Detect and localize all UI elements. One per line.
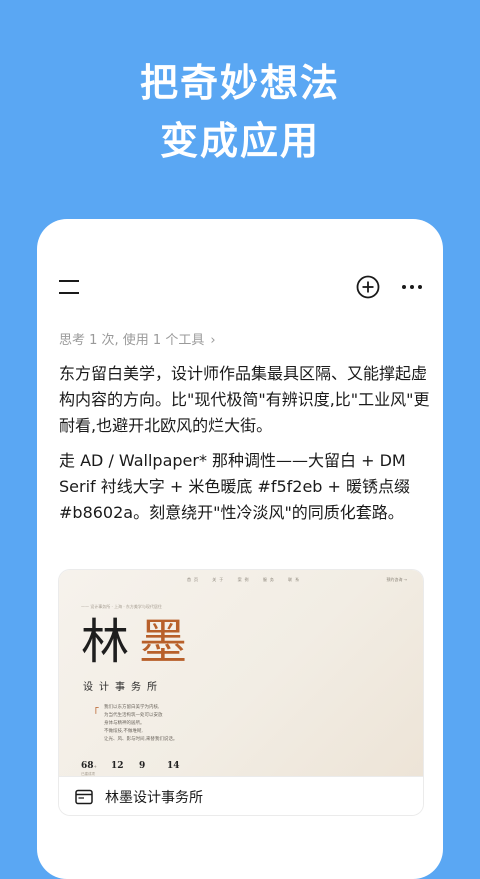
preview-nav-item: 案例 — [237, 577, 252, 582]
hero-line-2: 变成应用 — [159, 119, 320, 163]
phone-screen: 思考 1 次, 使用 1 个工具 › 东方留白美学，设计师作品集最具区隔、又能撑起… — [37, 219, 443, 879]
preview-eyebrow: —— 设计事务所 · 上海 · 东方美学与现代居住 — [81, 604, 162, 609]
preview-caption[interactable]: 林墨设计事务所 — [59, 776, 423, 815]
preview-blurb-line: 不做炫技,不做堆砌, — [104, 729, 143, 734]
preview-title-char-2: 墨 — [139, 614, 188, 670]
browser-window-icon — [75, 789, 93, 805]
preview-blurb-line: 为当代生活构筑一处可以安放 — [104, 713, 163, 718]
hero-headline: 把奇妙想法 变成应用 — [0, 54, 480, 170]
stat-unit: + — [93, 764, 97, 769]
preview-caption-title: 林墨设计事务所 — [105, 790, 203, 806]
stat-number: 68 — [81, 761, 94, 771]
app-preview-card[interactable]: 首页 关于 案例 服务 联系 预约咨询 → —— 设计事务所 · 上海 · 东方… — [58, 569, 424, 816]
chevron-right-icon: › — [210, 333, 216, 348]
menu-icon[interactable] — [57, 277, 81, 297]
stat-number: 12 — [111, 761, 124, 771]
top-bar — [37, 269, 443, 305]
thinking-label: 思考 1 次, 使用 1 个工具 — [59, 333, 205, 348]
thinking-summary[interactable]: 思考 1 次, 使用 1 个工具 › — [59, 329, 216, 348]
preview-title-char-1: 林 — [81, 614, 130, 670]
hero-line-1: 把奇妙想法 — [139, 61, 340, 105]
preview-nav-item: 服务 — [262, 577, 277, 582]
preview-screenshot: 首页 关于 案例 服务 联系 预约咨询 → —— 设计事务所 · 上海 · 东方… — [59, 570, 423, 810]
preview-blurb-line: 身体与精神的居所。 — [104, 721, 145, 726]
preview-blurb-line: 我们以东方留白美学为内核, — [104, 705, 160, 710]
preview-quote-mark: 「 — [89, 708, 99, 719]
preview-subtitle: 设计事务所 — [83, 682, 163, 693]
preview-nav-cta: 预约咨询 → — [386, 577, 407, 582]
more-horizontal-icon[interactable] — [399, 274, 425, 300]
preview-blurb-line: 让光、风、影与时间,来替我们说话。 — [104, 737, 178, 742]
stat-number: 9 — [139, 761, 146, 771]
preview-blurb: 我们以东方留白美学为内核, 为当代生活构筑一处可以安放 身体与精神的居所。 不做… — [104, 704, 177, 744]
preview-nav-item: 首页 — [187, 577, 201, 582]
message-paragraph-2: 走 AD / Wallpaper* 那种调性——大留白 + DM Serif 衬… — [59, 451, 411, 522]
preview-nav-item: 联系 — [288, 577, 303, 582]
preview-nav: 首页 关于 案例 服务 联系 — [187, 577, 309, 583]
message-paragraph-1: 东方留白美学，设计师作品集最具区隔、又能撑起虚构内容的方向。比"现代极简"有辨识… — [59, 364, 430, 435]
plus-circle-icon[interactable] — [355, 274, 381, 300]
stat-number: 14 — [167, 761, 180, 771]
preview-nav-item: 关于 — [212, 577, 227, 582]
